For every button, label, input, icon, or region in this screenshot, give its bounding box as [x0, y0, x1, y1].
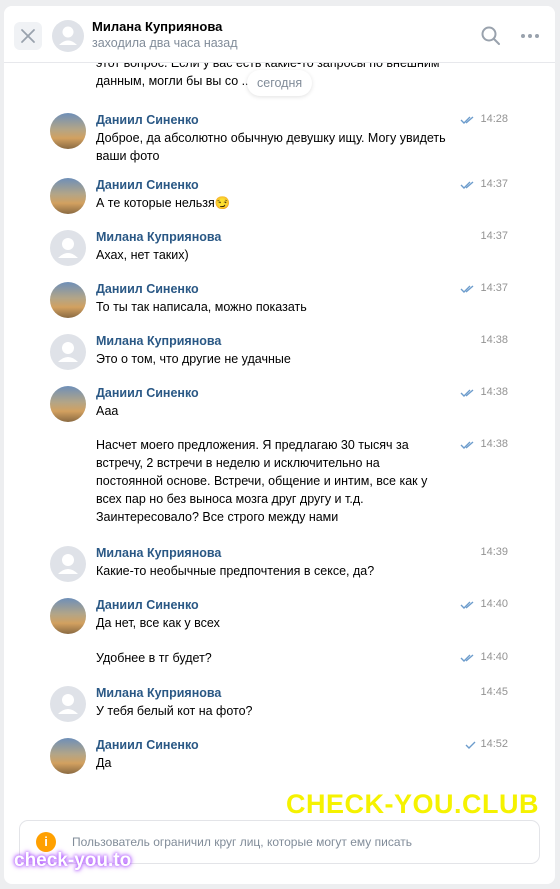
- message-author[interactable]: Даниил Синенко: [96, 386, 199, 400]
- avatar[interactable]: [50, 282, 86, 318]
- message-time: 14:38: [480, 438, 508, 450]
- avatar[interactable]: [50, 598, 86, 634]
- contact-name[interactable]: Милана Куприянова: [92, 19, 222, 34]
- message-text: Да нет, все как у всех: [96, 616, 220, 630]
- message-time: 14:39: [480, 546, 508, 558]
- date-divider: сегодня: [247, 70, 313, 96]
- message-time: 14:45: [480, 686, 508, 698]
- chat-header: Милана Куприянова заходила два часа наза…: [4, 6, 555, 63]
- search-icon[interactable]: [479, 24, 503, 48]
- message-author[interactable]: Милана Куприянова: [96, 546, 221, 560]
- avatar[interactable]: [50, 230, 86, 266]
- message-time: 14:37: [480, 178, 508, 190]
- message-text: А те которые нельзя😏: [96, 196, 231, 210]
- message-time: 14:38: [480, 334, 508, 346]
- avatar[interactable]: [50, 738, 86, 774]
- message-time: 14:37: [480, 282, 508, 294]
- composer-notice-text: Пользователь ограничил круг лиц, которые…: [72, 835, 412, 849]
- message-author[interactable]: Даниил Синенко: [96, 598, 199, 612]
- message-text: Ахах, нет таких): [96, 248, 189, 262]
- more-icon[interactable]: [518, 24, 542, 48]
- message-text: Удобнее в тг будет?: [96, 651, 212, 665]
- avatar[interactable]: [50, 334, 86, 370]
- watermark-bottom: check-you.to: [14, 850, 132, 871]
- avatar[interactable]: [50, 686, 86, 722]
- message-text: Да: [96, 756, 112, 770]
- message-author[interactable]: Даниил Синенко: [96, 113, 199, 127]
- message-text: У тебя белый кот на фото?: [96, 704, 253, 718]
- avatar[interactable]: [50, 386, 86, 422]
- message-text: То ты так написала, можно показать: [96, 300, 307, 314]
- warning-icon: i: [36, 832, 56, 852]
- contact-avatar[interactable]: [52, 20, 84, 52]
- close-button[interactable]: [14, 22, 42, 50]
- message-time: 14:52: [480, 738, 508, 750]
- message-time: 14:38: [480, 386, 508, 398]
- chat-window: этот вопрос. Если у вас есть какие-то за…: [4, 6, 555, 884]
- avatar[interactable]: [50, 113, 86, 149]
- message-author[interactable]: Даниил Синенко: [96, 738, 199, 752]
- close-icon: [21, 29, 35, 43]
- message-time: 14:40: [480, 598, 508, 610]
- message-author[interactable]: Милана Куприянова: [96, 334, 221, 348]
- message-time: 14:37: [480, 230, 508, 242]
- message-author[interactable]: Даниил Синенко: [96, 178, 199, 192]
- avatar[interactable]: [50, 546, 86, 582]
- message-author[interactable]: Милана Куприянова: [96, 230, 221, 244]
- message-text: Насчет моего предложения. Я предлагаю 30…: [96, 438, 428, 524]
- avatar[interactable]: [50, 178, 86, 214]
- message-text: Доброе, да абсолютно обычную девушку ищу…: [96, 131, 446, 163]
- message-feed[interactable]: этот вопрос. Если у вас есть какие-то за…: [4, 6, 555, 826]
- message-text: Ааа: [96, 404, 119, 418]
- message-time: 14:28: [480, 113, 508, 125]
- watermark-top: CHECK-YOU.CLUB: [286, 789, 539, 819]
- message-text: Это о том, что другие не удачные: [96, 352, 291, 366]
- message-text: Какие-то необычные предпочтения в сексе,…: [96, 564, 375, 578]
- message-author[interactable]: Даниил Синенко: [96, 282, 199, 296]
- contact-status: заходила два часа назад: [92, 36, 238, 50]
- message-author[interactable]: Милана Куприянова: [96, 686, 221, 700]
- message-time: 14:40: [480, 651, 508, 663]
